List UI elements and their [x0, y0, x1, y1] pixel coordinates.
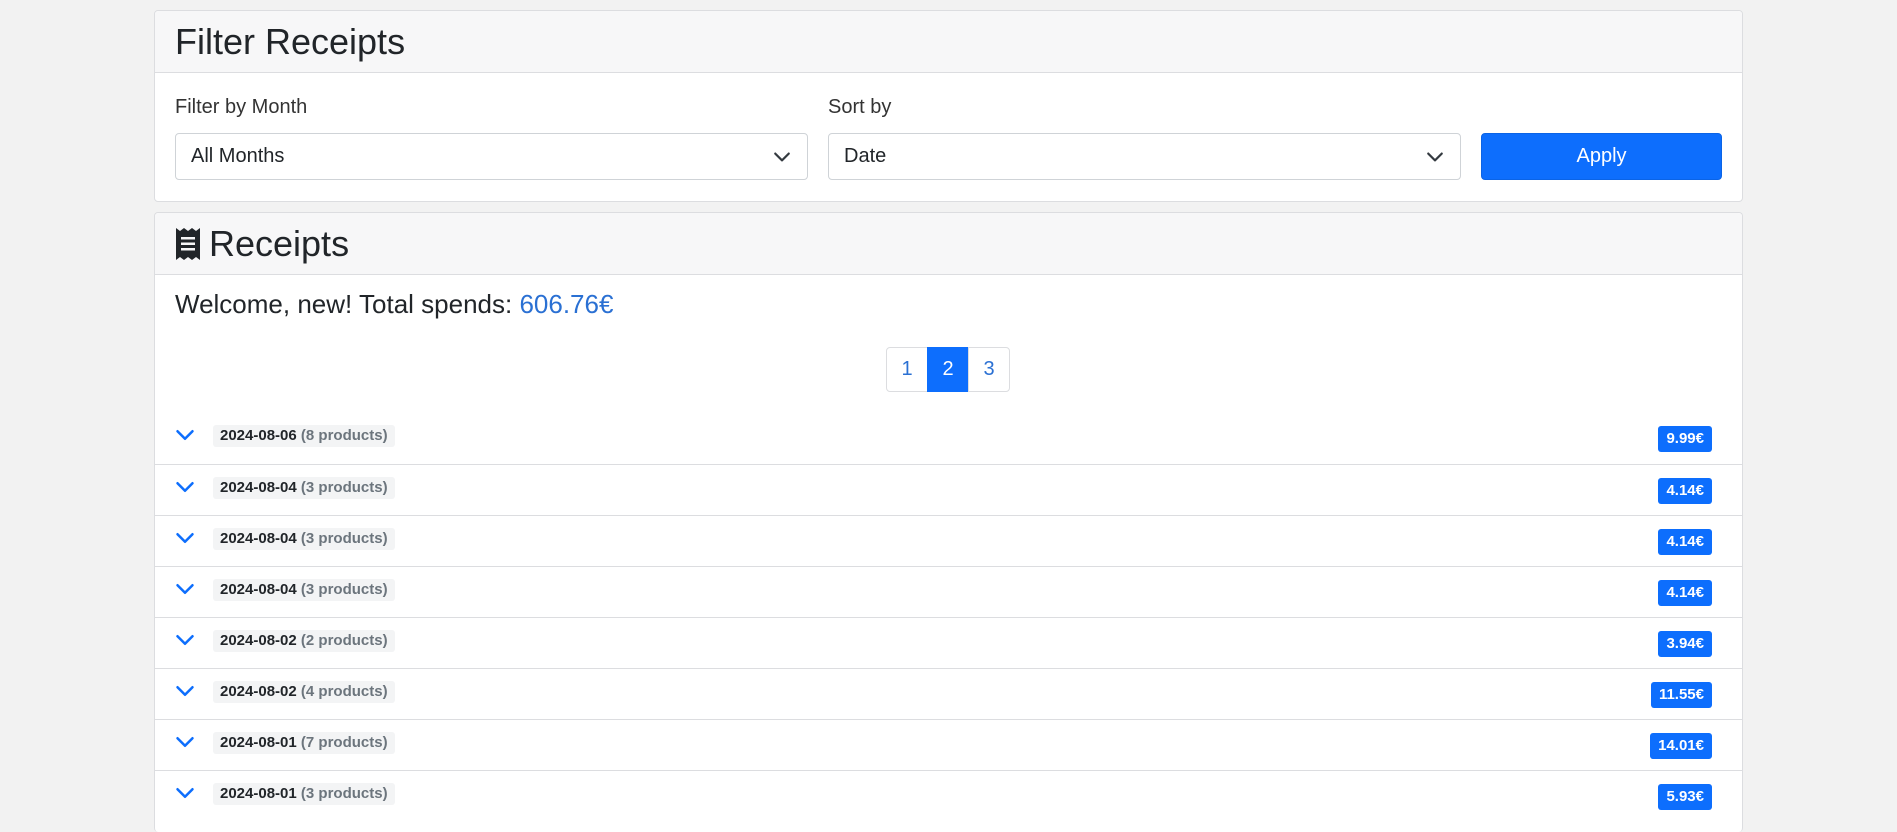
filter-card: Filter Receipts Filter by Month All Mont… — [154, 10, 1743, 202]
receipt-label: 2024-08-04 (3 products) — [213, 477, 395, 499]
receipt-amount-badge: 4.14€ — [1658, 529, 1712, 555]
receipt-row[interactable]: 2024-08-02 (2 products) 3.94€ — [155, 617, 1742, 668]
receipt-date: 2024-08-01 — [220, 734, 297, 751]
receipt-date: 2024-08-04 — [220, 581, 297, 598]
receipt-product-count: (7 products) — [300, 734, 388, 751]
receipt-label: 2024-08-01 (7 products) — [213, 732, 395, 754]
receipt-amount-badge: 4.14€ — [1658, 580, 1712, 606]
receipt-product-count: (8 products) — [300, 427, 388, 444]
chevron-down-icon[interactable] — [175, 783, 195, 803]
receipt-product-count: (3 products) — [300, 785, 388, 802]
filter-card-header: Filter Receipts — [155, 11, 1742, 73]
receipt-amount-badge: 11.55€ — [1650, 682, 1712, 708]
receipt-amount-badge: 4.14€ — [1658, 478, 1712, 504]
receipt-label: 2024-08-01 (3 products) — [213, 783, 395, 805]
month-filter-label: Filter by Month — [175, 96, 308, 118]
chevron-down-icon[interactable] — [175, 477, 195, 497]
receipt-row[interactable]: 2024-08-04 (3 products) 4.14€ — [155, 464, 1742, 515]
receipt-date: 2024-08-02 — [220, 683, 297, 700]
receipt-date: 2024-08-02 — [220, 632, 297, 649]
chevron-down-icon[interactable] — [175, 732, 195, 752]
month-filter-select[interactable]: All Months — [175, 133, 808, 180]
pagination: 123 — [886, 347, 1010, 392]
receipt-amount-badge: 5.93€ — [1658, 784, 1712, 810]
chevron-down-icon — [774, 152, 790, 161]
sort-select[interactable]: Date — [828, 133, 1461, 180]
receipt-label: 2024-08-04 (3 products) — [213, 528, 395, 550]
receipt-product-count: (2 products) — [300, 632, 388, 649]
chevron-down-icon[interactable] — [175, 579, 195, 599]
receipt-label: 2024-08-06 (8 products) — [213, 425, 395, 447]
filter-form: Filter by Month All Months Sort by Date … — [155, 73, 1742, 201]
apply-button[interactable]: Apply — [1481, 133, 1722, 180]
receipt-row[interactable]: 2024-08-06 (8 products) 9.99€ — [155, 413, 1742, 464]
page-link-3[interactable]: 3 — [968, 347, 1010, 392]
receipt-date: 2024-08-04 — [220, 479, 297, 496]
sort-value: Date — [844, 145, 887, 167]
receipt-product-count: (3 products) — [300, 581, 388, 598]
receipt-date: 2024-08-06 — [220, 427, 297, 444]
receipt-amount-badge: 9.99€ — [1658, 426, 1712, 452]
month-filter-value: All Months — [191, 145, 285, 167]
receipt-product-count: (4 products) — [300, 683, 388, 700]
receipts-card: Receipts Welcome, new! Total spends: 606… — [154, 212, 1743, 832]
chevron-down-icon[interactable] — [175, 425, 195, 445]
receipt-date: 2024-08-04 — [220, 530, 297, 547]
receipt-product-count: (3 products) — [300, 530, 388, 547]
receipt-date: 2024-08-01 — [220, 785, 297, 802]
receipt-label: 2024-08-02 (4 products) — [213, 681, 395, 703]
chevron-down-icon[interactable] — [175, 630, 195, 650]
filter-card-title: Filter Receipts — [175, 20, 406, 62]
receipt-icon — [175, 227, 201, 261]
receipt-label: 2024-08-02 (2 products) — [213, 630, 395, 652]
receipt-amount-badge: 14.01€ — [1650, 733, 1712, 759]
chevron-down-icon — [1427, 152, 1443, 161]
welcome-message: Welcome, new! Total spends: 606.76€ — [175, 289, 613, 320]
receipt-row[interactable]: 2024-08-04 (3 products) 4.14€ — [155, 566, 1742, 617]
receipt-amount-badge: 3.94€ — [1658, 631, 1712, 657]
sort-label: Sort by — [828, 96, 892, 118]
receipt-list: 2024-08-06 (8 products) 9.99€ 2024-08-04 (… — [155, 413, 1742, 821]
receipts-card-title: Receipts — [209, 222, 350, 264]
receipt-label: 2024-08-04 (3 products) — [213, 579, 395, 601]
chevron-down-icon[interactable] — [175, 681, 195, 701]
receipt-row[interactable]: 2024-08-01 (7 products) 14.01€ — [155, 719, 1742, 770]
receipt-row[interactable]: 2024-08-02 (4 products) 11.55€ — [155, 668, 1742, 719]
page-link-1[interactable]: 1 — [886, 347, 928, 392]
receipt-row[interactable]: 2024-08-04 (3 products) 4.14€ — [155, 515, 1742, 566]
chevron-down-icon[interactable] — [175, 528, 195, 548]
total-spends: 606.76€ — [519, 289, 614, 319]
page-link-2[interactable]: 2 — [927, 347, 969, 392]
welcome-text: Welcome, new! Total spends: — [175, 289, 520, 319]
receipts-card-header: Receipts — [155, 213, 1742, 275]
receipt-product-count: (3 products) — [300, 479, 388, 496]
receipt-row[interactable]: 2024-08-01 (3 products) 5.93€ — [155, 770, 1742, 821]
